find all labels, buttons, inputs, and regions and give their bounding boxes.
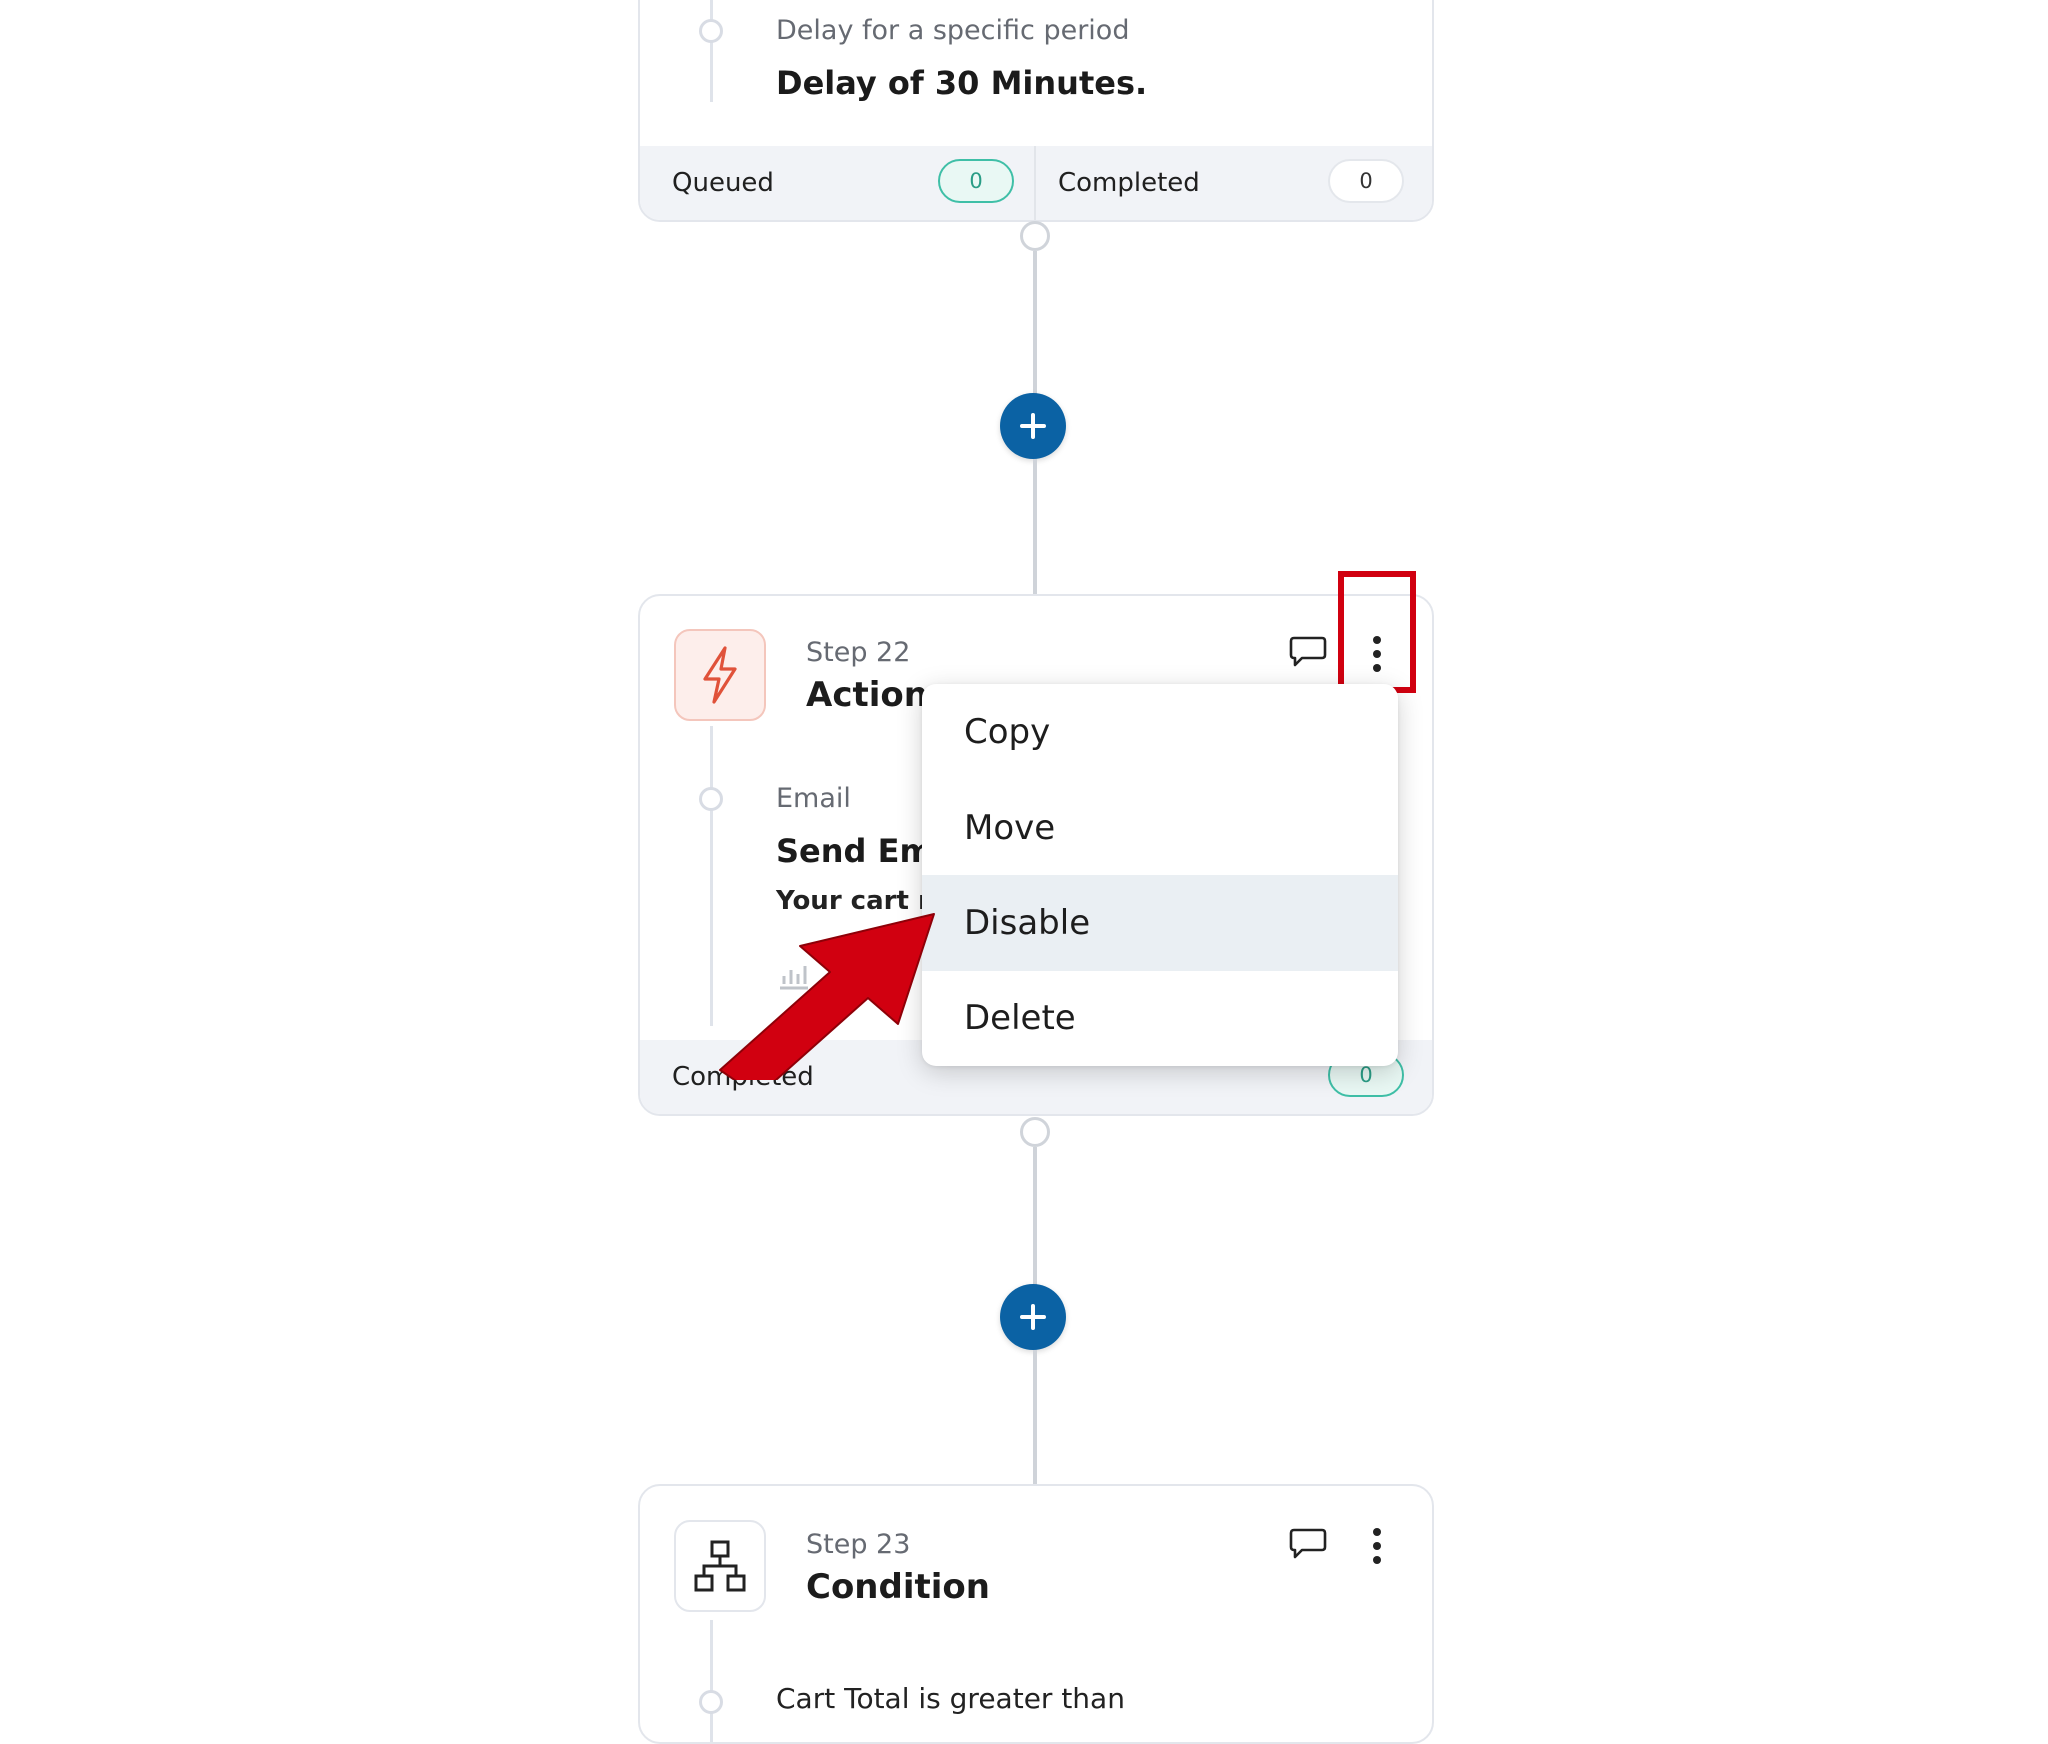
timeline-dot (699, 1690, 723, 1714)
add-step-button[interactable] (1000, 393, 1066, 459)
timeline-dot (699, 787, 723, 811)
connector-line (1033, 459, 1037, 595)
detail-type: Email (776, 783, 851, 814)
delay-step-card[interactable]: Delay for a specific period Delay of 30 … (638, 0, 1434, 222)
step-title: Action (806, 675, 928, 715)
plus-icon (1020, 413, 1046, 439)
footer-divider (1034, 146, 1036, 220)
queued-label: Queued (672, 168, 774, 198)
completed-label: Completed (1058, 168, 1200, 198)
menu-item-move[interactable]: Move (922, 780, 1398, 876)
detail-title: Delay of 30 Minutes. (776, 64, 1148, 102)
connector-line (1033, 1147, 1037, 1285)
queued-count-badge: 0 (938, 159, 1014, 203)
highlight-box (1338, 571, 1416, 693)
condition-icon-box (674, 1520, 766, 1612)
completed-count-badge: 0 (1328, 159, 1404, 203)
detail-text: Cart Total is greater than (776, 1682, 1125, 1715)
lightning-icon (703, 646, 737, 704)
context-menu: Copy Move Disable Delete (922, 684, 1398, 1066)
more-options-button[interactable] (1362, 1524, 1392, 1568)
action-icon-box (674, 629, 766, 721)
comment-icon[interactable] (1288, 634, 1328, 674)
detail-type: Delay for a specific period (776, 15, 1130, 46)
plus-icon (1020, 1304, 1046, 1330)
add-step-button[interactable] (1000, 1284, 1066, 1350)
comment-icon[interactable] (1288, 1526, 1328, 1566)
connector-node (1020, 221, 1050, 251)
menu-item-disable[interactable]: Disable (922, 875, 1398, 971)
step-label: Step 23 (806, 1529, 911, 1560)
step-label: Step 22 (806, 637, 911, 668)
menu-item-copy[interactable]: Copy (922, 684, 1398, 780)
menu-item-delete[interactable]: Delete (922, 970, 1398, 1066)
hierarchy-icon (694, 1540, 746, 1592)
connector-node (1020, 1117, 1050, 1147)
timeline-dot (699, 19, 723, 43)
step-23-card[interactable]: Step 23 Condition Cart Total is greater … (638, 1484, 1434, 1744)
timeline-line (710, 1620, 713, 1742)
timeline-line (710, 0, 713, 102)
more-vertical-icon (1373, 1528, 1381, 1564)
connector-line (1033, 251, 1037, 394)
connector-line (1033, 1350, 1037, 1485)
step-footer: Queued 0 Completed 0 (640, 146, 1432, 220)
annotation-arrow (719, 913, 935, 1080)
step-title: Condition (806, 1567, 990, 1607)
